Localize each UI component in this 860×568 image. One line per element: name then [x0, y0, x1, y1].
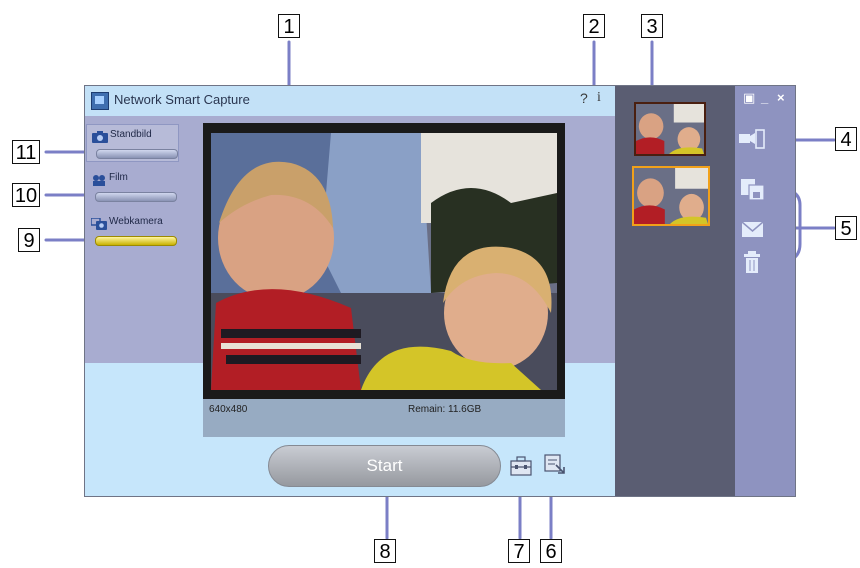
camera-icon [92, 131, 108, 143]
callout-9: 9 [18, 228, 40, 252]
dock-button[interactable]: ▣ [743, 90, 755, 106]
live-preview-image [211, 133, 557, 390]
film-icon [93, 175, 105, 186]
app-logo-icon [91, 92, 109, 110]
live-preview-frame [203, 123, 565, 399]
thumbnail-2-selected[interactable] [632, 166, 710, 226]
title-bar: Network Smart Capture ? i [85, 86, 615, 116]
save-icon[interactable] [741, 179, 767, 201]
callout-2: 2 [583, 14, 605, 38]
webcam-icon [91, 218, 107, 230]
callout-7: 7 [508, 539, 530, 563]
mode-film[interactable]: Film [86, 168, 179, 206]
mode-standbild-bar [96, 149, 178, 159]
toolbox-icon[interactable] [510, 456, 532, 476]
minimize-button[interactable]: _ [761, 90, 768, 105]
action-panel: ▣ _ × [735, 86, 795, 496]
remaining-space-label: Remain: 11.6GB [408, 404, 482, 415]
window-controls: ▣ _ × [735, 86, 795, 116]
mode-film-bar [95, 192, 177, 202]
callout-5: 5 [835, 216, 857, 240]
info-button[interactable]: i [597, 90, 601, 106]
preview-info-strip: 640x480 Remain: 11.6GB [203, 399, 565, 437]
settings-icon[interactable] [544, 453, 566, 475]
callout-8: 8 [374, 539, 396, 563]
start-button[interactable]: Start [268, 445, 501, 487]
thumbnail-panel [615, 86, 735, 496]
capture-mode-selector: Standbild Film Webkamera [85, 116, 183, 363]
trash-icon[interactable] [743, 251, 769, 273]
help-button[interactable]: ? [580, 90, 588, 106]
close-button[interactable]: × [777, 90, 785, 105]
mode-standbild[interactable]: Standbild [86, 124, 179, 162]
mode-webkamera-bar [95, 236, 177, 246]
mode-webkamera-label: Webkamera [109, 216, 163, 227]
window-title: Network Smart Capture [114, 92, 250, 107]
mode-film-label: Film [109, 172, 128, 183]
mail-icon[interactable] [741, 219, 767, 241]
resolution-label: 640x480 [209, 404, 248, 415]
mode-standbild-label: Standbild [110, 129, 152, 140]
network-smart-capture-window: Network Smart Capture ? i Standbild Film [84, 85, 796, 497]
callout-3: 3 [641, 14, 663, 38]
callout-6: 6 [540, 539, 562, 563]
callout-11: 11 [12, 140, 40, 164]
thumbnail-1[interactable] [634, 102, 706, 156]
callout-4: 4 [835, 127, 857, 151]
callout-1: 1 [278, 14, 300, 38]
callout-10: 10 [12, 183, 40, 207]
mode-webkamera[interactable]: Webkamera [86, 212, 179, 250]
camera-export-icon[interactable] [739, 128, 765, 150]
